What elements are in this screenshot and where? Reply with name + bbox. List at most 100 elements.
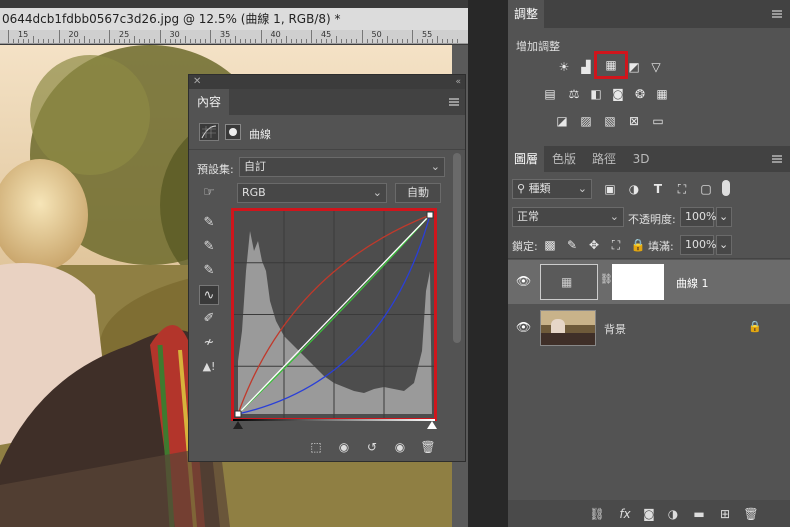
clipping-warning-icon[interactable]: ▲! <box>199 357 219 377</box>
lock-position-icon[interactable]: ✥ <box>586 238 602 252</box>
edit-points-curve-icon[interactable]: ∿ <box>199 285 219 305</box>
visibility-eye-icon[interactable]: ◉ <box>391 439 409 455</box>
link-layers-icon[interactable]: ⛓ <box>588 506 606 522</box>
new-layer-icon[interactable]: ⊞ <box>716 506 734 522</box>
ruler-tick <box>432 39 434 43</box>
layer-filter-dropdown[interactable]: ⚲ 種類 ⌄ <box>512 179 592 199</box>
tab-channels[interactable]: 色版 <box>546 146 582 172</box>
tab-layers[interactable]: 圖層 <box>508 146 544 172</box>
hue-saturation-icon[interactable]: ▤ <box>542 87 558 101</box>
adjustment-layer-thumbnail: ▦ <box>540 264 598 300</box>
invert-icon[interactable]: ◪ <box>554 114 570 128</box>
add-mask-icon[interactable]: ◙ <box>640 506 658 522</box>
selective-color-icon[interactable]: ⊠ <box>626 114 642 128</box>
curve-black-point[interactable] <box>234 410 242 418</box>
curve-white-point[interactable] <box>426 211 434 219</box>
properties-scrollbar[interactable] <box>453 153 461 343</box>
lock-image-pixels-icon[interactable]: ✎ <box>564 238 580 252</box>
black-white-icon[interactable]: ◧ <box>588 87 604 101</box>
layer-name[interactable]: 背景 <box>604 321 626 337</box>
trash-icon[interactable]: 🗑 <box>742 506 760 522</box>
gray-point-eyedropper-icon[interactable]: ✎ <box>199 237 219 257</box>
visibility-eye-icon[interactable]: 👁 <box>516 274 531 288</box>
add-adjustment-label: 增加調整 <box>516 40 560 53</box>
lock-transparent-pixels-icon[interactable]: ▩ <box>542 238 558 252</box>
panel-menu-icon[interactable] <box>449 98 459 106</box>
opacity-dropdown[interactable]: ⌄ <box>716 207 732 227</box>
exposure-icon[interactable]: ◩ <box>626 60 642 74</box>
posterize-icon[interactable]: ▨ <box>578 114 594 128</box>
filter-toggle-icon[interactable] <box>722 180 730 196</box>
smooth-curve-icon[interactable]: ≁ <box>199 333 219 353</box>
layer-mask-thumbnail[interactable] <box>612 264 664 300</box>
close-icon[interactable]: ✕ <box>193 75 201 89</box>
color-balance-icon[interactable]: ⚖ <box>566 87 582 101</box>
filter-type-icon[interactable]: T <box>650 182 666 196</box>
panel-menu-icon[interactable] <box>772 10 782 18</box>
collapse-icon[interactable]: « <box>455 75 461 89</box>
gradient-map-icon[interactable]: ▭ <box>650 114 666 128</box>
layer-row-curves[interactable]: 👁 ▦ ⛓ 曲線 1 <box>508 260 790 304</box>
search-icon: ⚲ <box>517 182 529 195</box>
black-input-slider[interactable] <box>233 421 243 429</box>
white-input-slider[interactable] <box>427 421 437 429</box>
lock-label: 鎖定: <box>512 240 538 253</box>
channel-mixer-icon[interactable]: ❂ <box>632 87 648 101</box>
lock-all-icon[interactable]: 🔒 <box>630 238 646 252</box>
visibility-eye-icon[interactable]: 👁 <box>516 320 531 334</box>
photo-filter-icon[interactable]: ◙ <box>610 87 626 101</box>
curves-icon[interactable]: ▦ <box>603 58 619 72</box>
link-chain-icon[interactable]: ⛓ <box>600 274 613 285</box>
draw-curve-pencil-icon[interactable]: ✐ <box>199 309 219 329</box>
levels-icon[interactable]: ▟ <box>578 60 594 74</box>
ruler-tick <box>68 39 70 43</box>
layer-row-background[interactable]: 👁 背景 🔒 <box>508 306 790 350</box>
white-point-eyedropper-icon[interactable]: ✎ <box>199 261 219 281</box>
filter-adjustment-icon[interactable]: ◑ <box>626 182 642 196</box>
fill-dropdown[interactable]: ⌄ <box>716 235 732 255</box>
tab-properties[interactable]: 內容 <box>189 89 229 115</box>
horizontal-ruler[interactable]: 15 20 25 30 35 40 45 50 55 <box>0 30 468 44</box>
view-previous-state-icon[interactable]: ◉ <box>335 439 353 455</box>
ruler-tick <box>169 39 171 43</box>
color-lookup-icon[interactable]: ▦ <box>654 87 670 101</box>
layer-name[interactable]: 曲線 1 <box>676 275 709 291</box>
curves-graph-svg <box>234 211 434 418</box>
fill-input[interactable]: 100% <box>680 235 716 255</box>
fx-icon[interactable]: fx <box>616 506 634 522</box>
threshold-icon[interactable]: ▧ <box>602 114 618 128</box>
layer-mask-icon[interactable] <box>225 124 241 140</box>
filter-shape-icon[interactable]: ⛶ <box>674 182 690 196</box>
black-point-eyedropper-icon[interactable]: ✎ <box>199 213 219 233</box>
channel-dropdown[interactable]: RGB ⌄ <box>237 183 387 203</box>
document-title-tab[interactable]: 0644dcb1fdbb0567c3d26.jpg @ 12.5% (曲線 1,… <box>0 8 468 30</box>
target-adjustment-icon[interactable]: ☞ <box>199 183 219 203</box>
trash-icon[interactable]: 🗑 <box>419 439 437 455</box>
curves-graph[interactable] <box>231 208 437 421</box>
ruler-tick <box>53 39 55 43</box>
ruler-tick <box>295 39 297 43</box>
filter-pixel-icon[interactable]: ▣ <box>602 182 618 196</box>
auto-button[interactable]: 自動 <box>395 183 441 203</box>
brightness-contrast-icon[interactable]: ☀ <box>556 60 572 74</box>
ruler-tick <box>437 36 439 43</box>
lock-artboard-icon[interactable]: ⛶ <box>608 238 624 252</box>
tab-3d[interactable]: 3D <box>626 146 656 172</box>
opacity-input[interactable]: 100% <box>680 207 716 227</box>
new-adjustment-layer-icon[interactable]: ◑ <box>664 506 682 522</box>
filter-smart-object-icon[interactable]: ▢ <box>698 182 714 196</box>
preset-dropdown[interactable]: 自訂 ⌄ <box>239 157 445 177</box>
ruler-tick <box>235 36 237 43</box>
properties-footer: ⬚ ◉ ↺ ◉ 🗑 <box>189 431 465 461</box>
panel-menu-icon[interactable] <box>772 155 782 163</box>
ruler-tick <box>114 39 116 43</box>
reset-icon[interactable]: ↺ <box>363 439 381 455</box>
blend-mode-dropdown[interactable]: 正常 ⌄ <box>512 207 624 227</box>
ruler-tick <box>406 39 408 43</box>
vibrance-icon[interactable]: ▽ <box>648 60 664 74</box>
new-group-folder-icon[interactable]: ▬ <box>690 506 708 522</box>
tab-paths[interactable]: 路徑 <box>586 146 622 172</box>
panel-titlebar[interactable]: ✕ « <box>189 75 465 89</box>
clip-to-layer-icon[interactable]: ⬚ <box>307 439 325 455</box>
tab-adjustments[interactable]: 調整 <box>508 0 544 28</box>
